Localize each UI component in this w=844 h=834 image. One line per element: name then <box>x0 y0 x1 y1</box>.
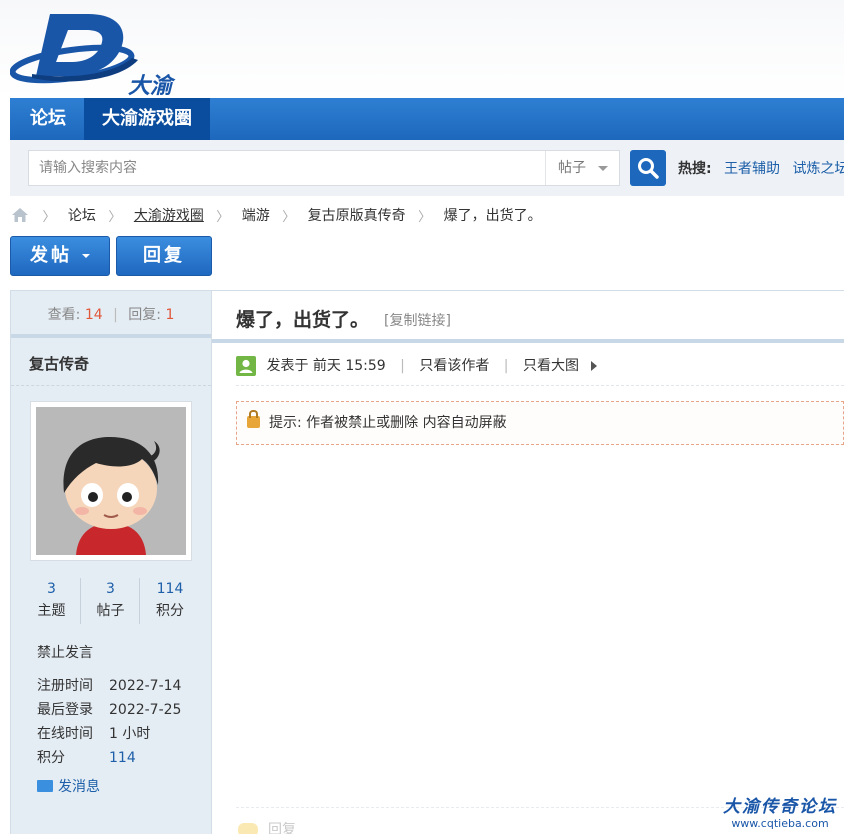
site-logo[interactable]: 大渝 <box>9 8 180 99</box>
only-images-link[interactable]: 只看大图 <box>523 358 579 374</box>
new-post-label: 发帖 <box>30 245 72 266</box>
stat-label: 积分 <box>156 603 184 619</box>
stat-value: 3 <box>106 581 115 597</box>
reply-faint-link[interactable]: 回复 <box>238 819 296 834</box>
views-count: 14 <box>84 307 103 323</box>
info-key: 最后登录 <box>37 702 93 718</box>
search-bar: 帖子 热搜: 王者辅助 试炼之坛 <box>10 140 844 196</box>
user-stats: 3 主题 3 帖子 114 积分 <box>23 578 199 624</box>
logo-text: 大渝 <box>128 73 173 99</box>
search-icon <box>638 158 659 179</box>
nav-item-forum[interactable]: 论坛 <box>12 98 84 140</box>
breadcrumb-separator: 〉 <box>42 209 56 225</box>
main-nav: 论坛 大渝游戏圈 <box>10 98 844 140</box>
hot-link[interactable]: 王者辅助 <box>724 161 780 177</box>
watermark-title: 大渝传奇论坛 <box>723 797 837 817</box>
search-button[interactable] <box>630 150 666 186</box>
post-title: 爆了，出货了。 <box>236 309 370 331</box>
author-sidebar: 查看: 14 | 回复: 1 复古传奇 3 主题 3 帖子 114 积分 禁止发… <box>10 290 212 834</box>
watermark-url: www.cqtieba.com <box>731 817 829 830</box>
reply-label: 回复 <box>143 245 185 266</box>
info-row: 积分 114 <box>37 746 181 770</box>
lock-icon <box>247 410 260 428</box>
breadcrumb-current: 爆了，出货了。 <box>443 208 542 224</box>
hot-link[interactable]: 试炼之坛 <box>793 161 844 177</box>
send-message-label: 发消息 <box>58 779 100 795</box>
envelope-icon <box>37 780 53 792</box>
post-main: 爆了，出货了。 [复制链接] 发表于 前天 15:59 | 只看该作者 | 只看… <box>212 290 844 834</box>
post-time: 发表于 前天 15:59 <box>266 358 386 374</box>
replies-count: 1 <box>165 307 175 323</box>
stat-label: 主题 <box>37 603 66 619</box>
notice-text: 提示: 作者被禁止或删除 内容自动屏蔽 <box>269 415 507 431</box>
search-type-select[interactable]: 帖子 <box>545 151 620 185</box>
info-row: 注册时间 2022-7-14 <box>37 674 181 698</box>
thread-stats: 查看: 14 | 回复: 1 <box>11 290 211 338</box>
reply-button[interactable]: 回复 <box>116 236 212 276</box>
copy-link-button[interactable]: [复制链接] <box>384 310 451 330</box>
stat-points[interactable]: 114 积分 <box>141 578 199 624</box>
avatar[interactable] <box>30 401 192 561</box>
breadcrumb-item[interactable]: 端游 <box>242 208 270 224</box>
chevron-down-icon <box>82 254 90 258</box>
new-post-button[interactable]: 发帖 <box>10 236 110 276</box>
header: 大渝 <box>0 0 844 99</box>
author-name[interactable]: 复古传奇 <box>11 342 211 386</box>
info-key: 注册时间 <box>37 678 93 694</box>
home-icon[interactable] <box>10 206 30 224</box>
breadcrumb-separator: 〉 <box>108 209 122 225</box>
user-info: 注册时间 2022-7-14 最后登录 2022-7-25 在线时间 1 小时 积分 1… <box>37 674 181 770</box>
breadcrumb-separator: 〉 <box>282 209 296 225</box>
search-input[interactable] <box>29 151 544 185</box>
blocked-notice: 提示: 作者被禁止或删除 内容自动屏蔽 <box>236 401 844 445</box>
breadcrumb: 〉 论坛 〉 大渝游戏圈 〉 端游 〉 复古原版真传奇 〉 爆了，出货了。 <box>10 205 542 227</box>
breadcrumb-separator: 〉 <box>216 209 230 225</box>
info-value: 1 小时 <box>109 726 151 742</box>
meta-divider: | <box>400 358 405 374</box>
info-key: 积分 <box>37 750 65 766</box>
info-key: 在线时间 <box>37 726 93 742</box>
info-value[interactable]: 114 <box>109 750 136 766</box>
stat-value: 114 <box>156 581 184 597</box>
meta-divider: | <box>503 358 509 374</box>
stats-divider: | <box>113 307 118 323</box>
reply-icon <box>238 823 258 834</box>
post-title-row: 爆了，出货了。 [复制链接] <box>212 291 844 343</box>
info-row: 最后登录 2022-7-25 <box>37 698 181 722</box>
breadcrumb-item[interactable]: 大渝游戏圈 <box>134 208 204 224</box>
search-box: 帖子 <box>28 150 620 186</box>
user-glyph-icon <box>239 359 253 373</box>
info-value: 2022-7-25 <box>109 702 182 718</box>
user-icon <box>236 356 256 376</box>
info-value: 2022-7-14 <box>109 678 182 694</box>
stat-value: 3 <box>47 581 56 597</box>
stat-posts[interactable]: 3 帖子 <box>82 578 140 624</box>
reply-faint-label: 回复 <box>268 822 296 834</box>
user-status: 禁止发言 <box>37 645 93 661</box>
nav-item-game-circle[interactable]: 大渝游戏圈 <box>84 98 210 140</box>
chevron-down-icon <box>598 166 608 171</box>
watermark: 大渝传奇论坛 www.cqtieba.com <box>720 792 840 830</box>
views-label: 查看: <box>47 307 81 323</box>
only-author-link[interactable]: 只看该作者 <box>419 358 489 374</box>
hot-search: 热搜: 王者辅助 试炼之坛 <box>678 158 844 178</box>
breadcrumb-item[interactable]: 论坛 <box>68 208 96 224</box>
avatar-image <box>36 407 186 555</box>
search-type-label: 帖子 <box>558 160 586 176</box>
replies-label: 回复: <box>128 307 161 323</box>
post-meta: 发表于 前天 15:59 | 只看该作者 | 只看大图 <box>236 355 598 377</box>
breadcrumb-separator: 〉 <box>418 209 432 225</box>
divider <box>236 385 844 386</box>
breadcrumb-item[interactable]: 复古原版真传奇 <box>308 208 406 224</box>
cartoon-avatar-icon <box>36 407 186 555</box>
play-triangle-icon[interactable] <box>591 361 598 371</box>
hot-search-label: 热搜: <box>678 161 712 177</box>
stat-threads[interactable]: 3 主题 <box>23 578 81 624</box>
send-message-link[interactable]: 发消息 <box>37 776 100 796</box>
info-row: 在线时间 1 小时 <box>37 722 181 746</box>
stat-label: 帖子 <box>96 603 125 619</box>
